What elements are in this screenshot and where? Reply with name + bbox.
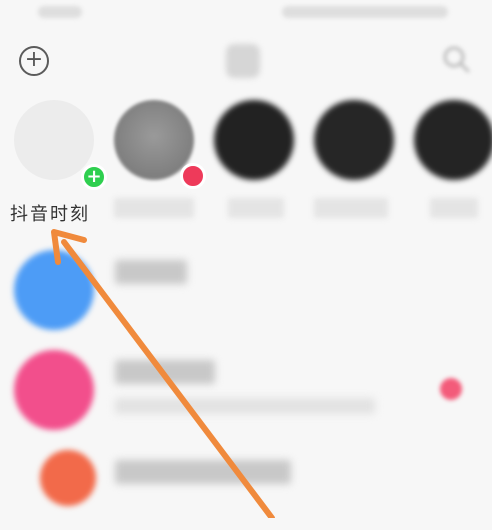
story-label: 抖音时刻 — [10, 204, 90, 225]
conversation-row[interactable] — [0, 340, 492, 430]
conversation-title — [115, 260, 187, 284]
story-douyin-moment[interactable]: + 抖音时刻 — [10, 100, 107, 230]
story-item[interactable] — [414, 100, 492, 230]
live-badge — [180, 163, 206, 189]
conversation-row[interactable] — [0, 440, 492, 530]
story-label — [314, 198, 388, 218]
plus-glyph: + — [24, 47, 44, 72]
stories-row: + 抖音时刻 — [0, 100, 492, 230]
status-indicators — [282, 6, 448, 18]
conversation-title — [115, 460, 291, 484]
conversation-preview — [115, 398, 375, 414]
add-icon[interactable]: + — [81, 164, 107, 190]
story-item[interactable] — [314, 100, 394, 230]
story-avatar[interactable] — [214, 100, 294, 180]
conversation-row[interactable] — [0, 240, 492, 330]
story-label — [228, 198, 284, 218]
contacts-icon[interactable] — [226, 44, 260, 78]
story-label — [114, 198, 194, 218]
story-item[interactable] — [114, 100, 206, 230]
story-label — [430, 198, 478, 218]
conversation-title — [115, 360, 215, 384]
status-bar — [0, 0, 492, 28]
story-avatar[interactable] — [14, 100, 94, 180]
unread-dot — [440, 378, 462, 400]
story-avatar[interactable] — [314, 100, 394, 180]
status-time — [38, 6, 82, 18]
conversation-avatar — [14, 350, 94, 430]
top-bar: + — [0, 36, 492, 86]
plus-circle-icon[interactable]: + — [19, 46, 49, 76]
conversation-avatar — [14, 250, 94, 330]
search-icon[interactable] — [441, 44, 471, 74]
conversation-avatar — [40, 450, 96, 506]
story-item[interactable] — [214, 100, 294, 230]
story-avatar[interactable] — [414, 100, 492, 180]
